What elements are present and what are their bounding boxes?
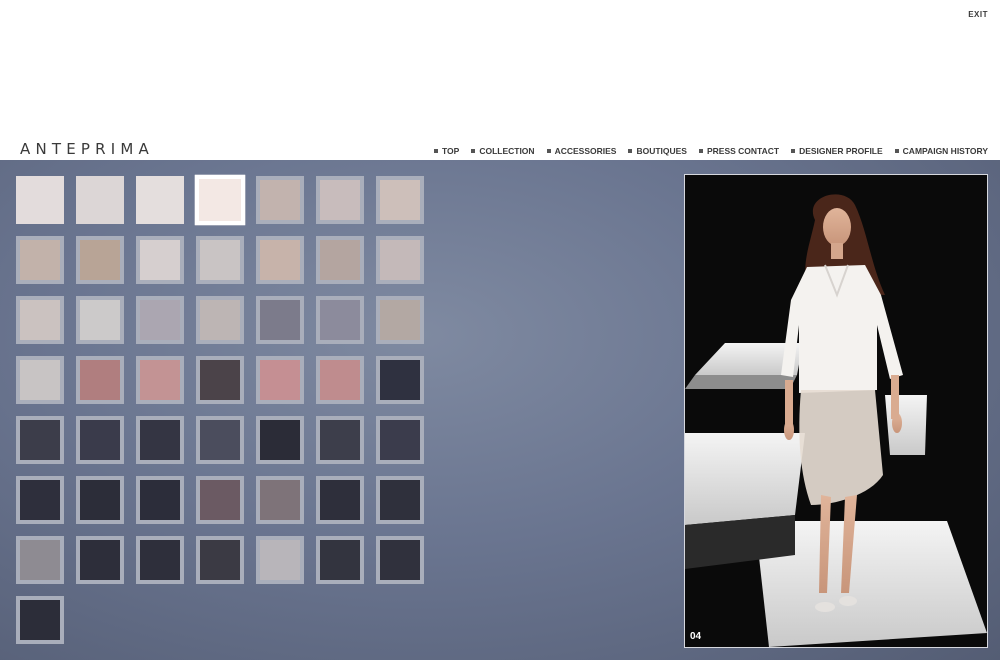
gallery-thumbnail[interactable] xyxy=(16,296,64,344)
gallery-thumbnail[interactable] xyxy=(196,236,244,284)
nav-item-boutiques[interactable]: BOUTIQUES xyxy=(628,146,687,156)
gallery-stage: 04 xyxy=(0,160,1000,660)
gallery-thumbnail[interactable] xyxy=(76,536,124,584)
exit-link[interactable]: EXIT xyxy=(968,10,988,19)
gallery-thumbnail[interactable] xyxy=(316,536,364,584)
gallery-thumbnail[interactable] xyxy=(136,356,184,404)
bullet-icon xyxy=(791,149,796,153)
gallery-thumbnail[interactable] xyxy=(316,416,364,464)
gallery-thumbnail[interactable] xyxy=(136,536,184,584)
nav-item-press-contact[interactable]: PRESS CONTACT xyxy=(698,146,780,156)
runway-photo: 04 xyxy=(684,174,988,648)
bullet-icon xyxy=(433,149,438,153)
gallery-thumbnail[interactable] xyxy=(136,296,184,344)
nav-item-campaign-history[interactable]: CAMPAIGN HISTORY xyxy=(894,146,988,156)
gallery-thumbnail[interactable] xyxy=(196,476,244,524)
bullet-icon xyxy=(546,149,551,153)
nav-label: COLLECTION xyxy=(479,146,535,156)
gallery-thumbnail[interactable] xyxy=(196,356,244,404)
bullet-icon xyxy=(698,149,703,153)
gallery-thumbnail[interactable] xyxy=(376,356,424,404)
gallery-thumbnail[interactable] xyxy=(16,596,64,644)
bullet-icon xyxy=(471,149,476,153)
nav-label: BOUTIQUES xyxy=(636,146,687,156)
gallery-thumbnail[interactable] xyxy=(256,536,304,584)
gallery-thumbnail[interactable] xyxy=(376,536,424,584)
gallery-thumbnail[interactable] xyxy=(136,416,184,464)
gallery-thumbnail[interactable] xyxy=(376,296,424,344)
gallery-thumbnail[interactable] xyxy=(316,356,364,404)
thumbnail-grid xyxy=(16,174,436,656)
gallery-thumbnail[interactable] xyxy=(316,176,364,224)
gallery-thumbnail[interactable] xyxy=(316,476,364,524)
gallery-thumbnail[interactable] xyxy=(136,476,184,524)
gallery-thumbnail[interactable] xyxy=(376,236,424,284)
gallery-thumbnail[interactable] xyxy=(196,296,244,344)
nav-label: ACCESSORIES xyxy=(554,146,617,156)
main-nav: TOP COLLECTION ACCESSORIES BOUTIQUES PRE… xyxy=(433,146,988,156)
gallery-thumbnail[interactable] xyxy=(76,416,124,464)
gallery-thumbnail[interactable] xyxy=(256,356,304,404)
gallery-thumbnail[interactable] xyxy=(76,236,124,284)
gallery-thumbnail[interactable] xyxy=(376,476,424,524)
bullet-icon xyxy=(628,149,633,153)
gallery-thumbnail[interactable] xyxy=(16,476,64,524)
gallery-thumbnail[interactable] xyxy=(16,536,64,584)
gallery-thumbnail[interactable] xyxy=(256,476,304,524)
gallery-thumbnail[interactable] xyxy=(16,416,64,464)
bullet-icon xyxy=(894,149,899,153)
gallery-thumbnail[interactable] xyxy=(16,176,64,224)
gallery-thumbnail[interactable] xyxy=(76,476,124,524)
nav-item-designer-profile[interactable]: DESIGNER PROFILE xyxy=(791,146,883,156)
gallery-thumbnail[interactable] xyxy=(16,236,64,284)
nav-label: PRESS CONTACT xyxy=(706,146,780,156)
brand-logo[interactable]: ANTEPRIMA xyxy=(20,140,154,158)
gallery-thumbnail[interactable] xyxy=(256,236,304,284)
gallery-thumbnail[interactable] xyxy=(76,356,124,404)
gallery-thumbnail[interactable] xyxy=(256,296,304,344)
gallery-thumbnail[interactable] xyxy=(136,176,184,224)
gallery-thumbnail[interactable] xyxy=(316,296,364,344)
gallery-thumbnail[interactable] xyxy=(76,176,124,224)
gallery-thumbnail[interactable] xyxy=(16,356,64,404)
runway-illustration xyxy=(685,175,987,647)
nav-label: TOP xyxy=(441,146,460,156)
gallery-thumbnail[interactable] xyxy=(376,176,424,224)
nav-item-accessories[interactable]: ACCESSORIES xyxy=(546,146,617,156)
gallery-thumbnail[interactable] xyxy=(194,174,246,226)
gallery-thumbnail[interactable] xyxy=(76,296,124,344)
gallery-thumbnail[interactable] xyxy=(256,416,304,464)
photo-number: 04 xyxy=(690,631,702,642)
gallery-thumbnail[interactable] xyxy=(136,236,184,284)
nav-item-top[interactable]: TOP xyxy=(433,146,460,156)
gallery-thumbnail[interactable] xyxy=(316,236,364,284)
gallery-thumbnail[interactable] xyxy=(196,416,244,464)
gallery-thumbnail[interactable] xyxy=(256,176,304,224)
nav-label: DESIGNER PROFILE xyxy=(799,146,883,156)
gallery-thumbnail[interactable] xyxy=(376,416,424,464)
nav-item-collection[interactable]: COLLECTION xyxy=(471,146,535,156)
nav-label: CAMPAIGN HISTORY xyxy=(902,146,988,156)
gallery-thumbnail[interactable] xyxy=(196,536,244,584)
